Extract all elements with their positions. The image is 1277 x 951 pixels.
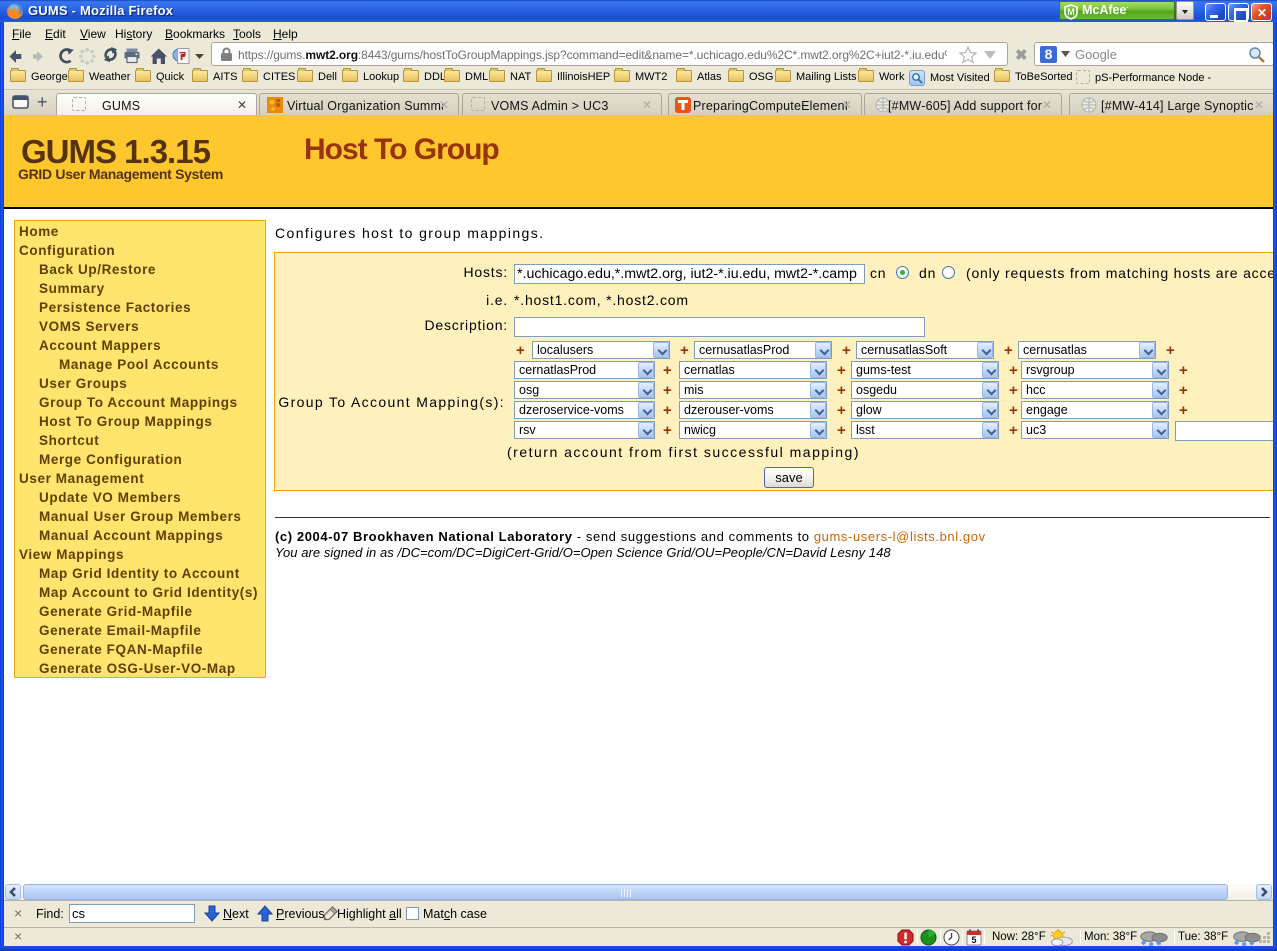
svg-text:M: M (1067, 7, 1075, 17)
svg-text:5: 5 (971, 935, 976, 945)
